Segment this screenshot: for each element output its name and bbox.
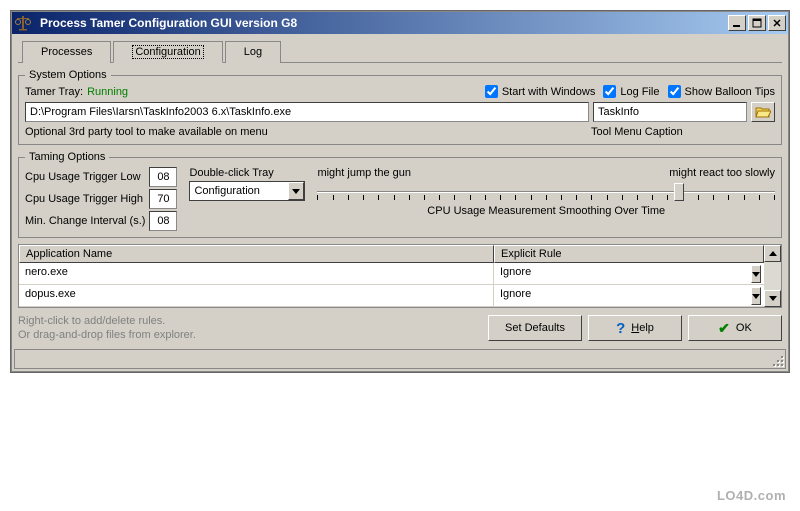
tamer-tray-status: Running — [87, 86, 128, 98]
tab-configuration[interactable]: Configuration — [113, 41, 222, 63]
ok-button[interactable]: ✔ OK — [688, 315, 782, 341]
rule-value[interactable]: Ignore — [494, 285, 748, 306]
rule-value[interactable]: Ignore — [494, 263, 748, 284]
slider-thumb[interactable] — [674, 183, 684, 201]
tool-path-hint: Optional 3rd party tool to make availabl… — [25, 126, 587, 138]
scroll-up-icon[interactable] — [764, 245, 781, 262]
taming-options-group: Taming Options Cpu Usage Trigger Low Cpu… — [18, 151, 782, 238]
rules-table: Application Name Explicit Rule nero.exe … — [18, 244, 782, 308]
double-click-tray-label: Double-click Tray — [189, 167, 305, 179]
slider-caption: CPU Usage Measurement Smoothing Over Tim… — [317, 205, 775, 217]
hint-text: Right-click to add/delete rules. Or drag… — [18, 314, 196, 343]
tab-log[interactable]: Log — [225, 41, 281, 63]
double-click-tray-value: Configuration — [190, 183, 288, 199]
balloon-tips-checkbox[interactable] — [668, 85, 681, 98]
slider-label-right: might react too slowly — [669, 167, 775, 179]
scrollbar[interactable] — [764, 245, 781, 307]
minimize-button[interactable] — [728, 15, 746, 31]
rule-app-name[interactable]: nero.exe — [19, 263, 494, 284]
tab-bar: Processes Configuration Log — [18, 40, 782, 63]
min-change-label: Min. Change Interval (s.) — [25, 215, 145, 227]
browse-button[interactable] — [751, 102, 775, 122]
system-options-group: System Options Tamer Tray: Running Start… — [18, 69, 782, 145]
chevron-down-icon[interactable] — [751, 287, 761, 305]
slider-label-left: might jump the gun — [317, 167, 411, 179]
watermark: LO4D.com — [717, 488, 786, 503]
trigger-high-input[interactable] — [149, 189, 177, 209]
tool-path-input[interactable] — [25, 102, 589, 122]
balloon-tips-label: Show Balloon Tips — [685, 86, 776, 98]
double-click-tray-combo[interactable]: Configuration — [189, 181, 305, 201]
start-with-windows-label: Start with Windows — [502, 86, 596, 98]
table-row[interactable]: nero.exe Ignore — [19, 263, 764, 285]
chevron-down-icon[interactable] — [288, 182, 304, 200]
trigger-low-label: Cpu Usage Trigger Low — [25, 171, 141, 183]
help-button[interactable]: ? Help — [588, 315, 682, 341]
app-window: Process Tamer Configuration GUI version … — [11, 11, 789, 372]
log-file-checkbox[interactable] — [603, 85, 616, 98]
col-header-app[interactable]: Application Name — [19, 245, 494, 263]
tab-processes[interactable]: Processes — [22, 41, 111, 63]
check-icon: ✔ — [718, 320, 730, 337]
scroll-down-icon[interactable] — [764, 290, 781, 307]
window-title: Process Tamer Configuration GUI version … — [36, 16, 728, 30]
col-header-rule[interactable]: Explicit Rule — [494, 245, 764, 263]
table-row[interactable]: dopus.exe Ignore — [19, 285, 764, 307]
taming-options-legend: Taming Options — [25, 151, 109, 163]
set-defaults-button[interactable]: Set Defaults — [488, 315, 582, 341]
min-change-input[interactable] — [149, 211, 177, 231]
titlebar: Process Tamer Configuration GUI version … — [12, 12, 788, 34]
tamer-tray-label: Tamer Tray: — [25, 86, 83, 98]
question-icon: ? — [616, 320, 625, 337]
system-options-legend: System Options — [25, 69, 111, 81]
maximize-button[interactable] — [748, 15, 766, 31]
tool-caption-hint: Tool Menu Caption — [591, 126, 775, 138]
rule-app-name[interactable]: dopus.exe — [19, 285, 494, 306]
start-with-windows-checkbox[interactable] — [485, 85, 498, 98]
status-bar — [14, 349, 786, 369]
app-icon — [14, 14, 32, 32]
trigger-high-label: Cpu Usage Trigger High — [25, 193, 143, 205]
trigger-low-input[interactable] — [149, 167, 177, 187]
chevron-down-icon[interactable] — [751, 265, 761, 283]
resize-grip-icon[interactable] — [769, 352, 783, 366]
smoothing-slider[interactable] — [317, 181, 775, 203]
log-file-label: Log File — [620, 86, 659, 98]
close-button[interactable] — [768, 15, 786, 31]
tool-caption-input[interactable] — [593, 102, 747, 122]
